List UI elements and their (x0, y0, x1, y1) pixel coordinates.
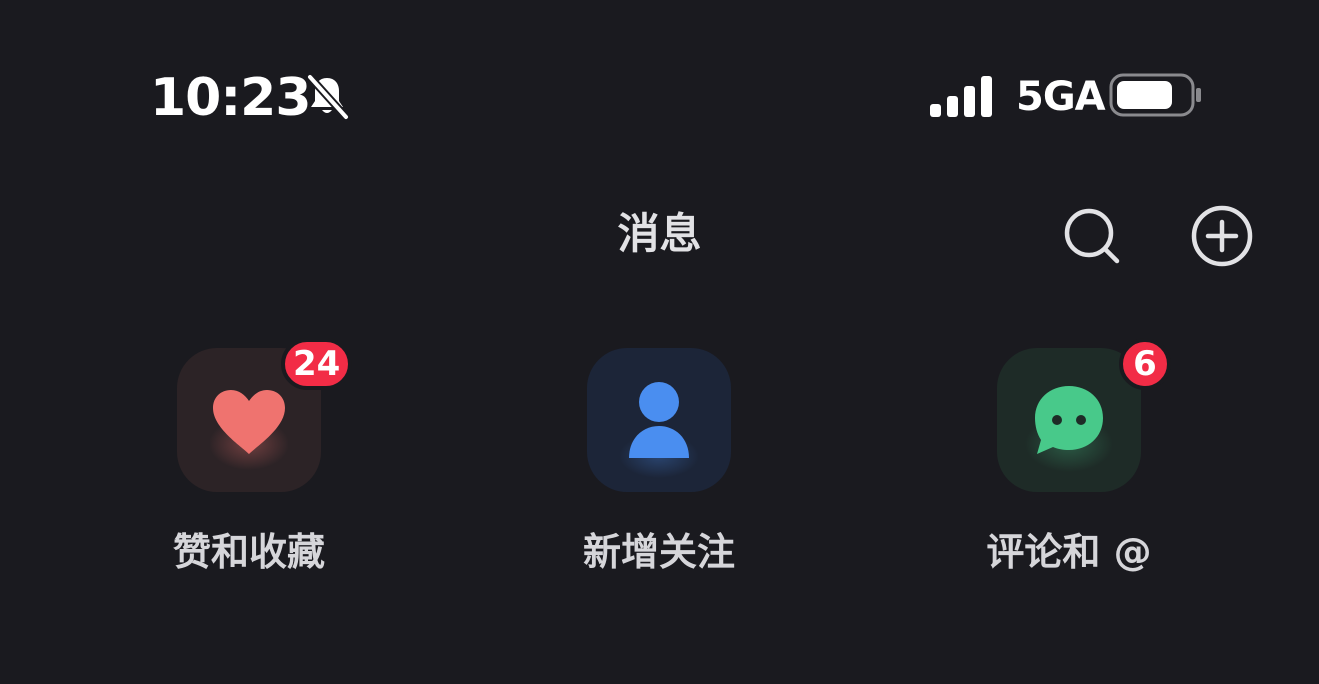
likes-and-favorites-entry[interactable]: 24 赞和收藏 (129, 338, 369, 588)
new-follows-entry[interactable]: 新增关注 (539, 348, 779, 588)
signal-icon (930, 76, 992, 117)
battery-icon (1109, 73, 1201, 117)
add-button[interactable] (1190, 204, 1254, 268)
follows-label: 新增关注 (582, 530, 735, 574)
search-button[interactable] (1060, 204, 1124, 268)
follows-tile (587, 348, 731, 492)
messages-screen: 10:23 5GA 消息 24 赞和收藏 新增关注 6 评论和 @ (0, 0, 1319, 684)
status-time: 10:23 (150, 68, 312, 128)
comments-and-mentions-entry[interactable]: 6 评论和 @ (949, 338, 1189, 588)
comments-label: 评论和 @ (986, 530, 1152, 574)
likes-label: 赞和收藏 (172, 530, 325, 574)
search-icon (1064, 208, 1120, 264)
likes-badge: 24 (281, 338, 353, 390)
bell-off-icon (307, 74, 349, 120)
person-icon (629, 382, 689, 458)
network-type: 5GA (1016, 74, 1106, 120)
comments-badge: 6 (1119, 338, 1171, 390)
add-circle-icon (1191, 205, 1253, 267)
